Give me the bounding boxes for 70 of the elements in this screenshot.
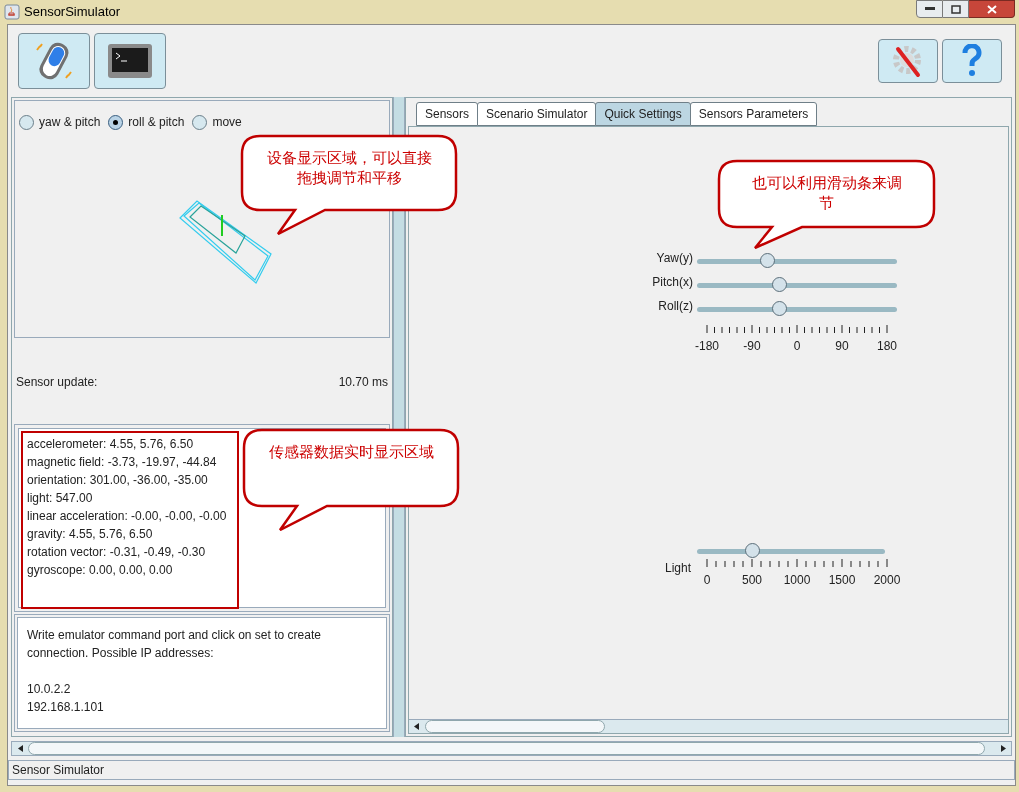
sensor-reading: accelerometer: 4.55, 5.76, 6.50	[27, 436, 195, 453]
scale-label: -90	[743, 338, 761, 355]
window-title: SensorSimulator	[24, 3, 121, 22]
tab[interactable]: Sensors	[416, 102, 479, 126]
left-arrow-icon	[17, 745, 23, 752]
scale-label: 90	[835, 338, 849, 355]
sensor-reading: light: 547.00	[27, 490, 94, 507]
help-icon	[961, 44, 983, 78]
right-arrow-icon	[1000, 745, 1006, 752]
slider-thumb[interactable]	[772, 277, 787, 292]
settings-button[interactable]	[878, 39, 938, 83]
scrollbar-thumb[interactable]	[425, 720, 605, 733]
terminal-button[interactable]	[94, 33, 166, 89]
slider-thumb[interactable]	[772, 301, 787, 316]
radio-button[interactable]: move	[192, 113, 242, 131]
scale-label: 1000	[783, 572, 811, 589]
scale-label: 0	[703, 572, 711, 589]
status-bar-text: Sensor Simulator	[12, 762, 105, 779]
minimize-button[interactable]	[916, 0, 943, 18]
slider[interactable]	[697, 253, 897, 269]
java-cup-icon	[4, 4, 20, 20]
slider-label: Yaw(y)	[655, 250, 694, 267]
tab[interactable]: Quick Settings	[595, 102, 691, 126]
sensor-reading: gravity: 4.55, 5.76, 6.50	[27, 526, 154, 543]
slider-label: Pitch(x)	[651, 274, 694, 291]
tab[interactable]: Scenario Simulator	[477, 102, 597, 126]
radio-indicator[interactable]	[192, 114, 208, 130]
slider[interactable]	[697, 543, 885, 559]
sensor-update-value: 10.70 ms	[338, 374, 388, 391]
scale-label: 1500	[828, 572, 856, 589]
scrollbar-thumb[interactable]	[28, 742, 985, 755]
slider-thumb[interactable]	[744, 543, 760, 558]
radio-button[interactable]: roll & pitch	[108, 113, 185, 131]
minimize-icon	[924, 7, 935, 11]
sensor-reading: orientation: 301.00, -36.00, -35.00	[27, 472, 209, 489]
ip-address: 10.0.2.2	[27, 681, 72, 698]
callout-text: 设备显示区域，可以直接拖拽调节和平移	[265, 148, 433, 188]
scale-label: 2000	[873, 572, 901, 589]
horizontal-scrollbar[interactable]	[409, 719, 1008, 733]
device-button[interactable]	[18, 33, 90, 89]
maximize-button[interactable]	[943, 0, 969, 18]
radio-indicator[interactable]	[19, 114, 34, 130]
scale-label: 0	[793, 338, 801, 355]
maximize-icon	[950, 4, 961, 14]
sensor-reading: rotation vector: -0.31, -0.49, -0.30	[27, 544, 207, 561]
sensor-reading: gyroscope: 0.00, 0.00, 0.00	[27, 562, 174, 579]
sensor-reading: magnetic field: -3.73, -19.97, -44.84	[27, 454, 218, 471]
slider[interactable]	[697, 301, 897, 317]
left-arrow-icon	[413, 723, 419, 730]
tab[interactable]: Sensors Parameters	[689, 102, 818, 126]
connection-message: Write emulator command port and click on set to create connection. Possible IP addresses:	[27, 627, 322, 662]
slider[interactable]	[697, 277, 897, 293]
scale-label: -180	[695, 338, 719, 355]
sensor-reading: linear acceleration: -0.00, -0.00, -0.00	[27, 508, 228, 525]
help-button[interactable]	[942, 39, 1002, 83]
scale-label: 180	[877, 338, 897, 355]
radio-button[interactable]: yaw & pitch	[19, 113, 101, 131]
scale-label: 500	[742, 572, 762, 589]
slider-label: Light	[663, 560, 692, 577]
callout-text: 传感器数据实时显示区域	[267, 442, 435, 462]
ip-address: 192.168.1.101	[27, 699, 105, 716]
terminal-icon	[107, 43, 153, 79]
callout-text: 也可以利用滑动条来调节	[750, 173, 903, 213]
close-button[interactable]	[969, 0, 1015, 18]
close-icon	[986, 4, 997, 14]
sensor-update-label: Sensor update:	[16, 374, 98, 391]
horizontal-scrollbar[interactable]	[11, 741, 1012, 756]
slider-label: Roll(z)	[657, 298, 694, 315]
slider-thumb[interactable]	[760, 253, 775, 268]
radio-indicator[interactable]	[108, 114, 124, 130]
